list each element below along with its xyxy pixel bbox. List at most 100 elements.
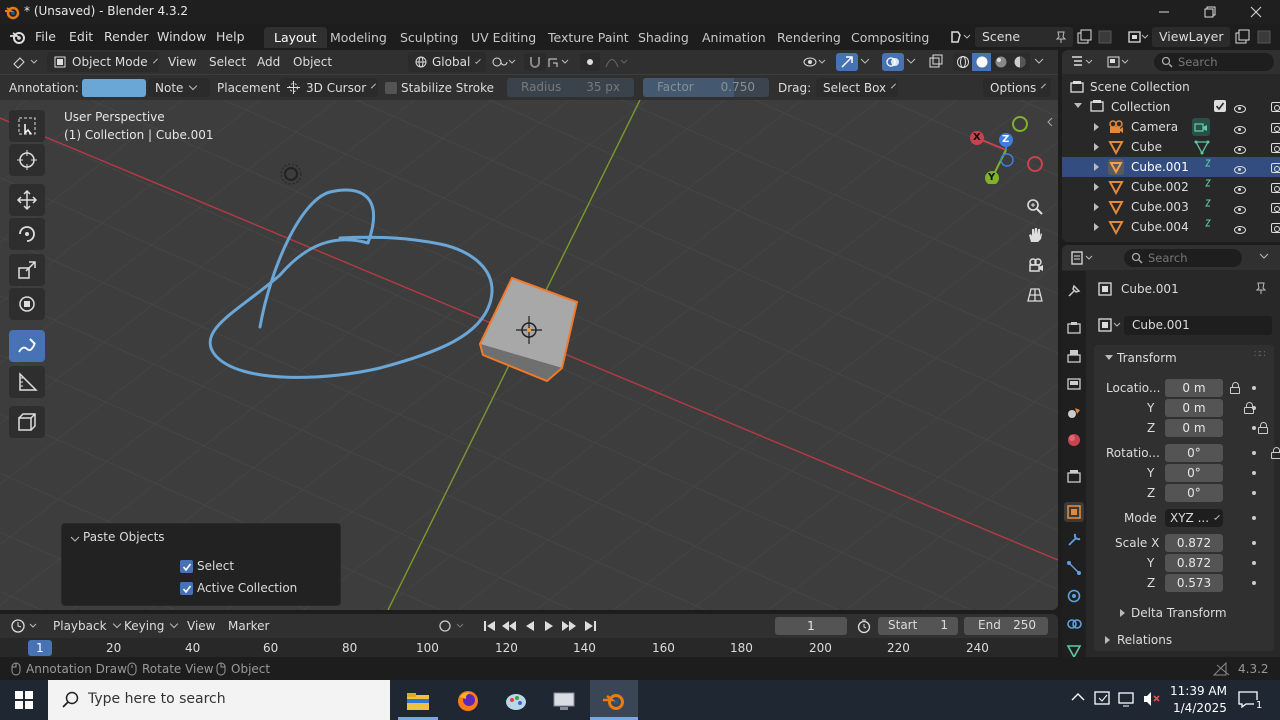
relations-expand-icon[interactable]	[1105, 636, 1110, 644]
current-frame-field[interactable]: 1	[775, 617, 847, 635]
marker-menu[interactable]: Marker	[228, 619, 269, 633]
tab-uv-editing[interactable]: UV Editing	[471, 30, 536, 45]
outliner-display-mode-icon[interactable]	[1106, 54, 1132, 70]
navigation-gizmo[interactable]	[962, 112, 1048, 184]
collection-render-icon[interactable]	[1270, 102, 1280, 112]
pivot-point-icon[interactable]	[490, 54, 516, 70]
tool-annotate[interactable]	[9, 330, 45, 362]
shading-wireframe-icon[interactable]	[953, 53, 973, 71]
visibility-icon[interactable]	[1234, 166, 1246, 174]
collection-expand-icon[interactable]	[1074, 103, 1082, 108]
snap-icon[interactable]	[524, 53, 546, 71]
paste-panel-title[interactable]: Paste Objects	[83, 530, 165, 544]
view-layer-tab-icon[interactable]	[1066, 376, 1082, 392]
view-layer-icon[interactable]	[1125, 28, 1151, 46]
mesh-data-icon[interactable]	[1194, 139, 1210, 155]
visibility-icon[interactable]	[1234, 186, 1246, 194]
outliner-row-cube-002[interactable]: Cube.002	[1062, 177, 1280, 197]
camera-data-icon[interactable]	[1192, 118, 1210, 136]
render-icon[interactable]	[1270, 203, 1280, 213]
expand-icon[interactable]	[1094, 183, 1099, 191]
scene-tab-icon[interactable]	[1066, 404, 1082, 420]
keyframe-dot-icon[interactable]	[1252, 406, 1256, 410]
frame-ruler[interactable]: 1 20 40 60 80 100 120 140 160 180 200 22…	[0, 639, 1058, 657]
constraints-tab-icon[interactable]	[1066, 616, 1082, 632]
tool-select-box[interactable]	[9, 110, 45, 142]
keyframe-dot-icon[interactable]	[1252, 541, 1256, 545]
menu-file[interactable]: File	[35, 29, 56, 44]
tool-tab-icon[interactable]	[1066, 283, 1082, 299]
scene-collection-label[interactable]: Scene Collection	[1090, 80, 1190, 94]
shading-material-icon[interactable]	[991, 53, 1011, 71]
tab-texture-paint[interactable]: Texture Paint	[548, 30, 629, 45]
play-icon[interactable]	[541, 618, 557, 634]
transform-collapse-icon[interactable]	[1105, 355, 1113, 360]
collection-tab-icon[interactable]	[1066, 468, 1082, 484]
panel-collapse-icon[interactable]	[70, 534, 80, 544]
tray-chevron-up-icon[interactable]	[1071, 692, 1085, 702]
preview-range-icon[interactable]	[856, 618, 872, 634]
delta-expand-icon[interactable]	[1120, 609, 1125, 617]
rotation-mode-dropdown[interactable]: XYZ ...	[1165, 509, 1223, 527]
end-frame-field[interactable]: End 250	[964, 617, 1048, 635]
tab-sculpting[interactable]: Sculpting	[400, 30, 458, 45]
file-explorer-icon[interactable]	[400, 686, 436, 716]
annotation-layer-dropdown[interactable]: Note	[148, 78, 210, 97]
expand-icon[interactable]	[1094, 163, 1099, 171]
tab-compositing[interactable]: Compositing	[851, 30, 929, 45]
taskbar-search-box[interactable]: Type here to search	[48, 680, 390, 720]
auto-keying-icon[interactable]	[437, 618, 467, 634]
rotation-y-field[interactable]: 0°	[1165, 464, 1223, 482]
menu-edit[interactable]: Edit	[69, 29, 93, 44]
menu-render[interactable]: Render	[104, 29, 149, 44]
minimize-icon[interactable]	[1150, 4, 1178, 20]
location-y-field[interactable]: 0 m	[1165, 399, 1223, 417]
lock-icon[interactable]	[1230, 382, 1240, 394]
proportional-edit-icon[interactable]	[580, 53, 600, 71]
pin-icon[interactable]	[1255, 281, 1267, 295]
jump-keyframe-back-icon[interactable]	[500, 618, 518, 634]
object-data-dropdown-icon[interactable]	[1098, 318, 1124, 332]
render-icon[interactable]	[1270, 143, 1280, 153]
view-layer-field[interactable]: ViewLayer	[1152, 27, 1230, 47]
volume-muted-icon[interactable]	[1142, 690, 1162, 708]
expand-icon[interactable]	[1094, 223, 1099, 231]
lock-icon[interactable]	[1257, 422, 1268, 434]
menu-add[interactable]: Add	[257, 55, 280, 69]
collection-exclude-checkbox[interactable]	[1214, 100, 1226, 112]
keying-menu[interactable]: Keying	[124, 619, 177, 633]
scale-x-field[interactable]: 0.872	[1165, 534, 1223, 552]
drag-dropdown[interactable]: Select Box	[816, 78, 898, 97]
drag-handle-icon[interactable]: ∷∷	[1254, 349, 1266, 360]
location-z-field[interactable]: 0 m	[1165, 419, 1223, 437]
visibility-icon[interactable]	[1234, 206, 1246, 214]
maximize-icon[interactable]	[1196, 4, 1224, 20]
firefox-icon[interactable]	[450, 686, 486, 716]
properties-editor-type-icon[interactable]	[1070, 250, 1096, 266]
shading-solid-icon[interactable]	[972, 53, 992, 71]
play-reverse-icon[interactable]	[522, 618, 538, 634]
object-tab-icon[interactable]	[1064, 502, 1084, 522]
render-icon[interactable]	[1270, 183, 1280, 193]
paint-app-icon[interactable]	[498, 686, 534, 716]
collection-label[interactable]: Collection	[1111, 100, 1170, 114]
annotation-color-swatch[interactable]	[82, 79, 146, 97]
tab-rendering[interactable]: Rendering	[777, 30, 841, 45]
location-x-field[interactable]: 0 m	[1165, 379, 1223, 397]
render-icon[interactable]	[1270, 163, 1280, 173]
network-icon[interactable]	[1118, 690, 1138, 708]
outliner-row-camera[interactable]: Camera	[1062, 117, 1280, 137]
tray-app-icon[interactable]	[1094, 690, 1112, 708]
timeline-editor-type-icon[interactable]	[10, 618, 40, 634]
remove-scene-icon[interactable]	[1097, 29, 1113, 45]
rotation-z-field[interactable]: 0°	[1165, 484, 1223, 502]
expand-icon[interactable]	[1094, 123, 1099, 131]
mode-dropdown[interactable]: Object Mode	[47, 52, 159, 72]
placement-dropdown[interactable]: 3D Cursor	[280, 78, 378, 97]
physics-tab-icon[interactable]	[1066, 588, 1082, 604]
sidebar-toggle-icon[interactable]	[1046, 116, 1054, 128]
tool-add-cube[interactable]	[9, 406, 45, 438]
tool-rotate[interactable]	[9, 218, 45, 250]
render-tab-icon[interactable]	[1066, 320, 1082, 336]
render-icon[interactable]	[1270, 123, 1280, 133]
